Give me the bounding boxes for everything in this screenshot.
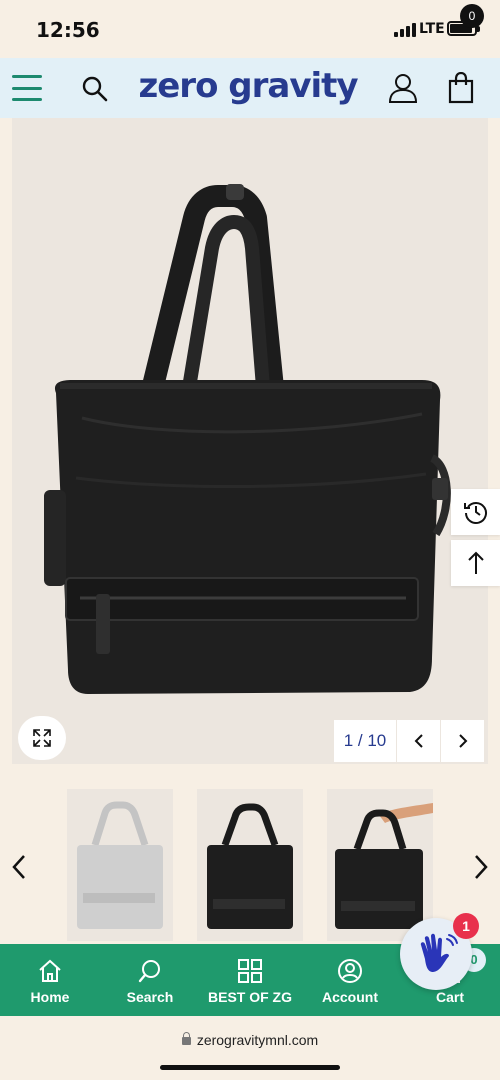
scroll-to-top-button[interactable] <box>451 540 500 586</box>
nav-home-label: Home <box>30 989 70 1005</box>
black-tote-front-image <box>207 803 293 929</box>
account-circle-icon <box>338 959 362 983</box>
nav-cart-label: Cart <box>435 989 464 1005</box>
url-text: zerogravitymnl.com <box>196 1032 319 1048</box>
network-type: LTE <box>419 21 445 37</box>
image-counter: 1 / 10 <box>334 720 396 762</box>
waving-hand-icon <box>420 933 458 972</box>
hamburger-menu-icon[interactable] <box>12 75 42 101</box>
url-display[interactable]: zerogravitymnl.com <box>0 1032 500 1048</box>
status-time: 12:56 <box>36 18 100 42</box>
black-tote-bag-image <box>44 184 451 694</box>
chevron-right-icon <box>458 734 467 748</box>
nav-account-label: Account <box>322 989 378 1005</box>
home-icon <box>39 959 61 982</box>
status-bar: 12:56 LTE <box>0 0 500 58</box>
nav-search-label: Search <box>126 989 174 1005</box>
gallery-prev-button[interactable] <box>397 720 440 762</box>
thumbnail-2[interactable] <box>197 789 303 941</box>
search-icon <box>138 960 160 983</box>
search-icon[interactable] <box>80 74 110 104</box>
product-image[interactable] <box>12 118 488 764</box>
history-icon <box>463 502 487 524</box>
brand-logo[interactable]: zero gravity <box>120 66 376 106</box>
chat-notification-badge: 1 <box>453 913 479 939</box>
light-gray-tote-image <box>77 801 163 929</box>
cart-count-badge: 0 <box>460 4 484 28</box>
thumbnail-next-button[interactable] <box>468 850 492 884</box>
chevron-left-icon <box>414 734 423 748</box>
nav-account[interactable]: Account <box>300 944 400 1016</box>
grid-icon <box>238 959 262 983</box>
recently-viewed-button[interactable] <box>451 489 500 535</box>
zoom-button[interactable] <box>18 716 66 760</box>
nav-home[interactable]: Home <box>0 944 100 1016</box>
lock-icon <box>181 1032 191 1045</box>
user-icon[interactable] <box>387 72 419 104</box>
nav-best-of-zg-label: BEST OF ZG <box>208 989 292 1005</box>
expand-icon <box>33 729 51 747</box>
thumbnail-1[interactable] <box>67 789 173 941</box>
shopping-bag-icon[interactable] <box>447 72 477 104</box>
site-header: zero gravity <box>0 58 500 118</box>
arrow-up-icon <box>467 551 484 574</box>
nav-search[interactable]: Search <box>100 944 200 1016</box>
nav-best-of-zg[interactable]: BEST OF ZG <box>200 944 300 1016</box>
home-indicator[interactable] <box>160 1065 340 1070</box>
gallery-next-button[interactable] <box>441 720 484 762</box>
browser-url-bar: zerogravitymnl.com <box>0 1018 500 1080</box>
black-tote-held-image <box>335 803 433 929</box>
thumbnail-prev-button[interactable] <box>8 850 32 884</box>
thumbnail-3[interactable] <box>327 789 433 941</box>
signal-icon <box>394 23 416 37</box>
